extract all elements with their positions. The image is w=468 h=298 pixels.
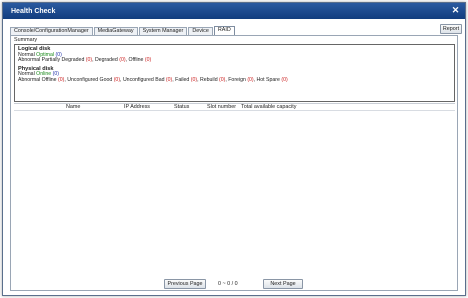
tab-raid[interactable]: RAID	[213, 26, 235, 35]
physical-abnormal-label: Abnormal	[18, 76, 41, 83]
close-icon[interactable]: ✕	[450, 5, 461, 16]
physical-failed-status: Failed	[175, 76, 190, 83]
physical-unconfigured-good-status: Unconfigured Good	[67, 76, 113, 83]
logical-partially-degraded-status: Partially Degraded	[41, 57, 85, 64]
logical-degraded-status: Degraded	[95, 57, 118, 64]
physical-offline-status: Offline	[41, 76, 57, 83]
physical-failed-count: (0)	[190, 76, 198, 83]
logical-abnormal-label: Abnormal	[18, 57, 41, 64]
logical-offline-count: (0)	[144, 57, 152, 64]
pagination: Previous Page 0 ~ 0 / 0 Next Page	[11, 279, 457, 290]
physical-rebuild-count: (0)	[219, 76, 226, 83]
physical-offline-count: (0)	[58, 76, 65, 83]
column-ip-address[interactable]: IP Address	[124, 104, 150, 111]
next-page-button[interactable]: Next Page	[263, 279, 303, 289]
column-name[interactable]: Name	[66, 104, 80, 111]
summary-box: Logical disk Normal Optimal (0) Abnormal…	[14, 44, 455, 102]
column-slot-number[interactable]: Slot number	[207, 104, 236, 111]
physical-unconfigured-bad-status: Unconfigured Bad	[122, 76, 165, 83]
tab-device[interactable]: Device	[188, 27, 213, 35]
previous-page-button[interactable]: Previous Page	[164, 279, 206, 289]
tab-system-manager[interactable]: System Manager	[138, 27, 188, 35]
page-info: 0 ~ 0 / 0	[218, 281, 238, 287]
physical-hot-spare-count: (0)	[281, 76, 288, 83]
physical-foreign-count: (0)	[247, 76, 254, 83]
physical-abnormal-row: Abnormal Offline (0), Unconfigured Good …	[18, 76, 288, 83]
disk-table-header: Name IP Address Status Slot number Total…	[14, 103, 455, 111]
tab-media-gateway[interactable]: MediaGateway	[93, 27, 138, 35]
physical-unconfigured-good-count: (0)	[113, 76, 121, 83]
column-total-available-capacity[interactable]: Total available capacity	[241, 104, 296, 111]
tab-bar: Console/ConfigurationManager MediaGatewa…	[10, 26, 458, 35]
physical-rebuild-status: Rebuild	[199, 76, 218, 83]
physical-hot-spare-status: Hot Spare	[256, 76, 280, 83]
window-title: Health Check	[11, 7, 56, 15]
raid-panel: Summary Logical disk Normal Optimal (0) …	[10, 35, 458, 291]
title-bar: Health Check ✕	[3, 3, 465, 19]
physical-foreign-status: Foreign	[228, 76, 246, 83]
logical-partially-degraded-count: (0)	[85, 57, 93, 64]
logical-offline-status: Offline	[128, 57, 144, 64]
summary-label: Summary	[14, 37, 38, 43]
physical-unconfigured-bad-count: (0)	[165, 76, 173, 83]
column-status[interactable]: Status	[174, 104, 189, 111]
logical-degraded-count: (0)	[119, 57, 126, 64]
report-button[interactable]: Report	[440, 24, 462, 34]
tab-console-configuration-manager[interactable]: Console/ConfigurationManager	[10, 27, 93, 35]
